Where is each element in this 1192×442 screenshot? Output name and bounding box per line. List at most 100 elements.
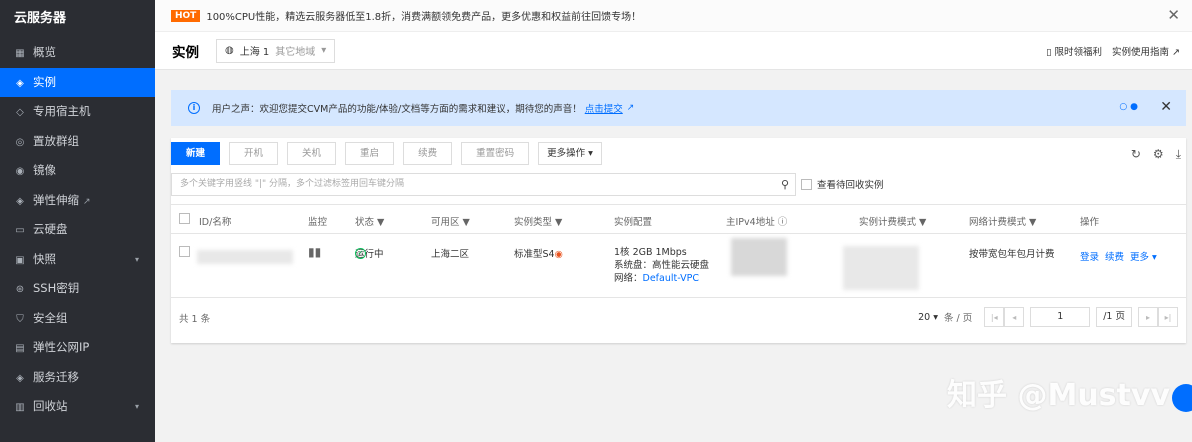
main-area: HOT 100%CPU性能，精选云服务器低至1.8折，消费满额领免费产品，更多优… — [155, 0, 1192, 442]
chevron-down-icon: ▾ — [1152, 252, 1157, 263]
chat-icon[interactable] — [1172, 384, 1192, 412]
redacted-instance-id — [197, 250, 293, 264]
config-disk: 系统盘：高性能云硬盘 — [614, 260, 710, 271]
chevron-down-icon: ▾ — [588, 148, 593, 159]
table-row: ▮▮ ✓ 运行中 上海二区 标准型S4◉ 1核 2GB 1Mbps 系统盘：高性能… — [171, 234, 1186, 298]
col-monitor: 监控 — [308, 217, 328, 228]
gear-icon[interactable]: ⚙ — [1153, 147, 1164, 162]
monitor-chart-icon[interactable]: ▮▮ — [308, 245, 321, 259]
search-icon[interactable]: ⚲ — [781, 174, 789, 195]
sidebar-item-4[interactable]: ◉ 镜像 — [0, 156, 155, 186]
col-type[interactable]: 实例类型 ▼ — [514, 214, 562, 228]
group-icon: ◎ — [15, 136, 25, 148]
feedback-submit-link[interactable]: 点击提交 — [585, 101, 623, 115]
more-actions-dropdown[interactable]: 更多操作 ▾ — [538, 142, 602, 165]
sidebar-item-label: 镜像 — [33, 163, 56, 177]
select-all-checkbox[interactable] — [179, 213, 190, 224]
reset-password-button[interactable]: 重置密码 — [461, 142, 530, 165]
sidebar-item-12[interactable]: ▥ 回收站 ▾ — [0, 392, 155, 422]
gift-link-label: 限时领福利 — [1054, 47, 1102, 58]
refresh-icon[interactable]: ↻ — [1131, 147, 1141, 162]
sidebar-item-5[interactable]: ◈ 弹性伸缩 ↗ — [0, 186, 155, 216]
ip-icon: ▤ — [15, 343, 25, 354]
redacted-ip — [731, 238, 787, 276]
row-checkbox[interactable] — [179, 246, 190, 257]
sidebar-item-0[interactable]: ▦ 概览 — [0, 38, 155, 68]
page-size-unit: 条 / 页 — [943, 313, 973, 324]
filter-icon[interactable]: ▼ — [377, 217, 384, 228]
sidebar-item-1[interactable]: ◈ 实例 — [0, 67, 155, 97]
sidebar-item-7[interactable]: ▣ 快照 ▾ — [0, 245, 155, 275]
filter-icon[interactable]: ▼ — [555, 217, 562, 228]
filter-icon[interactable]: ▼ — [463, 217, 470, 228]
instance-panel: 新建 开机 关机 重启 续费 重置密码 更多操作 ▾ ↻ ⚙ ⤓ 多个关键字用竖… — [171, 138, 1186, 343]
chevron-down-icon: ▾ — [134, 254, 139, 264]
col-status[interactable]: 状态 ▼ — [355, 214, 384, 228]
sidebar-item-label: 快照 — [33, 251, 56, 266]
close-icon[interactable]: ✕ — [1160, 99, 1172, 115]
first-page-icon[interactable]: |◂ — [984, 307, 1005, 327]
region-other: 其它地域 — [275, 47, 316, 58]
type-text: 标准型S4 — [514, 249, 555, 260]
login-link[interactable]: 登录 — [1080, 249, 1099, 263]
guide-link[interactable]: 实例使用指南 ↗ — [1112, 44, 1180, 58]
col-net-billing[interactable]: 网络计费模式 ▼ — [969, 214, 1036, 228]
col-status-label: 状态 — [355, 217, 375, 228]
recycle-label: 查看待回收实例 — [817, 180, 884, 191]
sidebar-item-11[interactable]: ◈ 服务迁移 — [0, 363, 155, 393]
promo-notice: HOT 100%CPU性能，精选云服务器低至1.8折，消费满额领免费产品，更多优… — [155, 0, 1192, 32]
scale-icon: ◈ — [16, 195, 24, 207]
sidebar-item-10[interactable]: ▤ 弹性公网IP — [0, 333, 155, 363]
stop-button[interactable]: 关机 — [287, 142, 337, 165]
search-placeholder: 多个关键字用竖线 "|" 分隔，多个过滤标签用回车键分隔 — [180, 179, 405, 189]
col-zone-label: 可用区 — [431, 217, 460, 228]
col-billing[interactable]: 实例计费模式 ▼ — [859, 214, 926, 228]
restart-button[interactable]: 重启 — [345, 142, 395, 165]
page-input[interactable]: 1 — [1030, 307, 1091, 327]
grid-icon: ▦ — [15, 48, 25, 59]
vpc-link[interactable]: Default-VPC — [643, 273, 699, 284]
sidebar-item-6[interactable]: ▭ 云硬盘 — [0, 215, 155, 245]
renew-link[interactable]: 续费 — [1105, 249, 1124, 263]
filter-icon[interactable]: ▼ — [1029, 217, 1036, 228]
trash-icon: ▥ — [15, 402, 25, 413]
feedback-banner: i 用户之声：欢迎您提交CVM产品的功能/体验/文档等方面的需求和建议，期待您的… — [171, 90, 1186, 126]
watermark: 知乎 @Mustvv — [947, 378, 1170, 413]
sidebar-item-8[interactable]: ⊛ SSH密钥 — [0, 274, 155, 304]
more-link[interactable]: 更多 ▾ — [1130, 249, 1157, 263]
guide-link-label: 实例使用指南 — [1111, 47, 1169, 58]
close-icon[interactable]: ✕ — [1167, 6, 1180, 24]
sidebar-brand: 云服务器 — [14, 11, 67, 26]
filter-icon[interactable]: ▼ — [919, 217, 926, 228]
camera-icon: ▣ — [15, 254, 25, 266]
prev-page-icon[interactable]: ◂ — [1004, 307, 1025, 327]
col-zone[interactable]: 可用区 ▼ — [431, 214, 470, 228]
region-selector[interactable]: ◍ 上海 1 其它地域 ▾ — [216, 38, 336, 63]
renew-button[interactable]: 续费 — [403, 142, 453, 165]
disk-icon: ▭ — [15, 225, 25, 236]
col-ops: 操作 — [1080, 217, 1100, 228]
col-type-label: 实例类型 — [514, 217, 553, 228]
info-icon[interactable]: ⓘ — [778, 217, 788, 228]
page-size-select[interactable]: 20 ▾ — [918, 312, 938, 323]
search-input[interactable]: 多个关键字用竖线 "|" 分隔，多个过滤标签用回车键分隔 ⚲ — [171, 173, 796, 196]
new-button[interactable]: 新建 — [171, 142, 221, 165]
gift-link[interactable]: ▯ 限时领福利 — [1046, 44, 1102, 58]
recycle-filter[interactable]: 查看待回收实例 — [801, 177, 884, 191]
sidebar-item-3[interactable]: ◎ 置放群组 — [0, 127, 155, 157]
col-billing-label: 实例计费模式 — [859, 217, 917, 228]
sidebar-item-label: 安全组 — [33, 310, 68, 325]
cube-icon: ◈ — [16, 77, 24, 89]
next-page-icon[interactable]: ▸ — [1138, 307, 1158, 327]
carousel-dots[interactable]: ○ ● — [1119, 102, 1138, 112]
start-button[interactable]: 开机 — [229, 142, 279, 165]
sidebar-item-2[interactable]: ◇ 专用宿主机 — [0, 97, 155, 127]
recycle-checkbox[interactable] — [801, 178, 812, 190]
sidebar-item-label: 概览 — [33, 45, 56, 59]
col-net-billing-label: 网络计费模式 — [969, 217, 1027, 228]
sidebar-item-9[interactable]: ⛉ 安全组 — [0, 304, 155, 334]
last-page-icon[interactable]: ▸| — [1158, 307, 1178, 327]
chevron-down-icon: ▾ — [321, 45, 327, 56]
download-icon[interactable]: ⤓ — [1176, 147, 1181, 162]
promo-text[interactable]: 100%CPU性能，精选云服务器低至1.8折，消费满额领免费产品，更多优惠和权益… — [206, 8, 641, 23]
